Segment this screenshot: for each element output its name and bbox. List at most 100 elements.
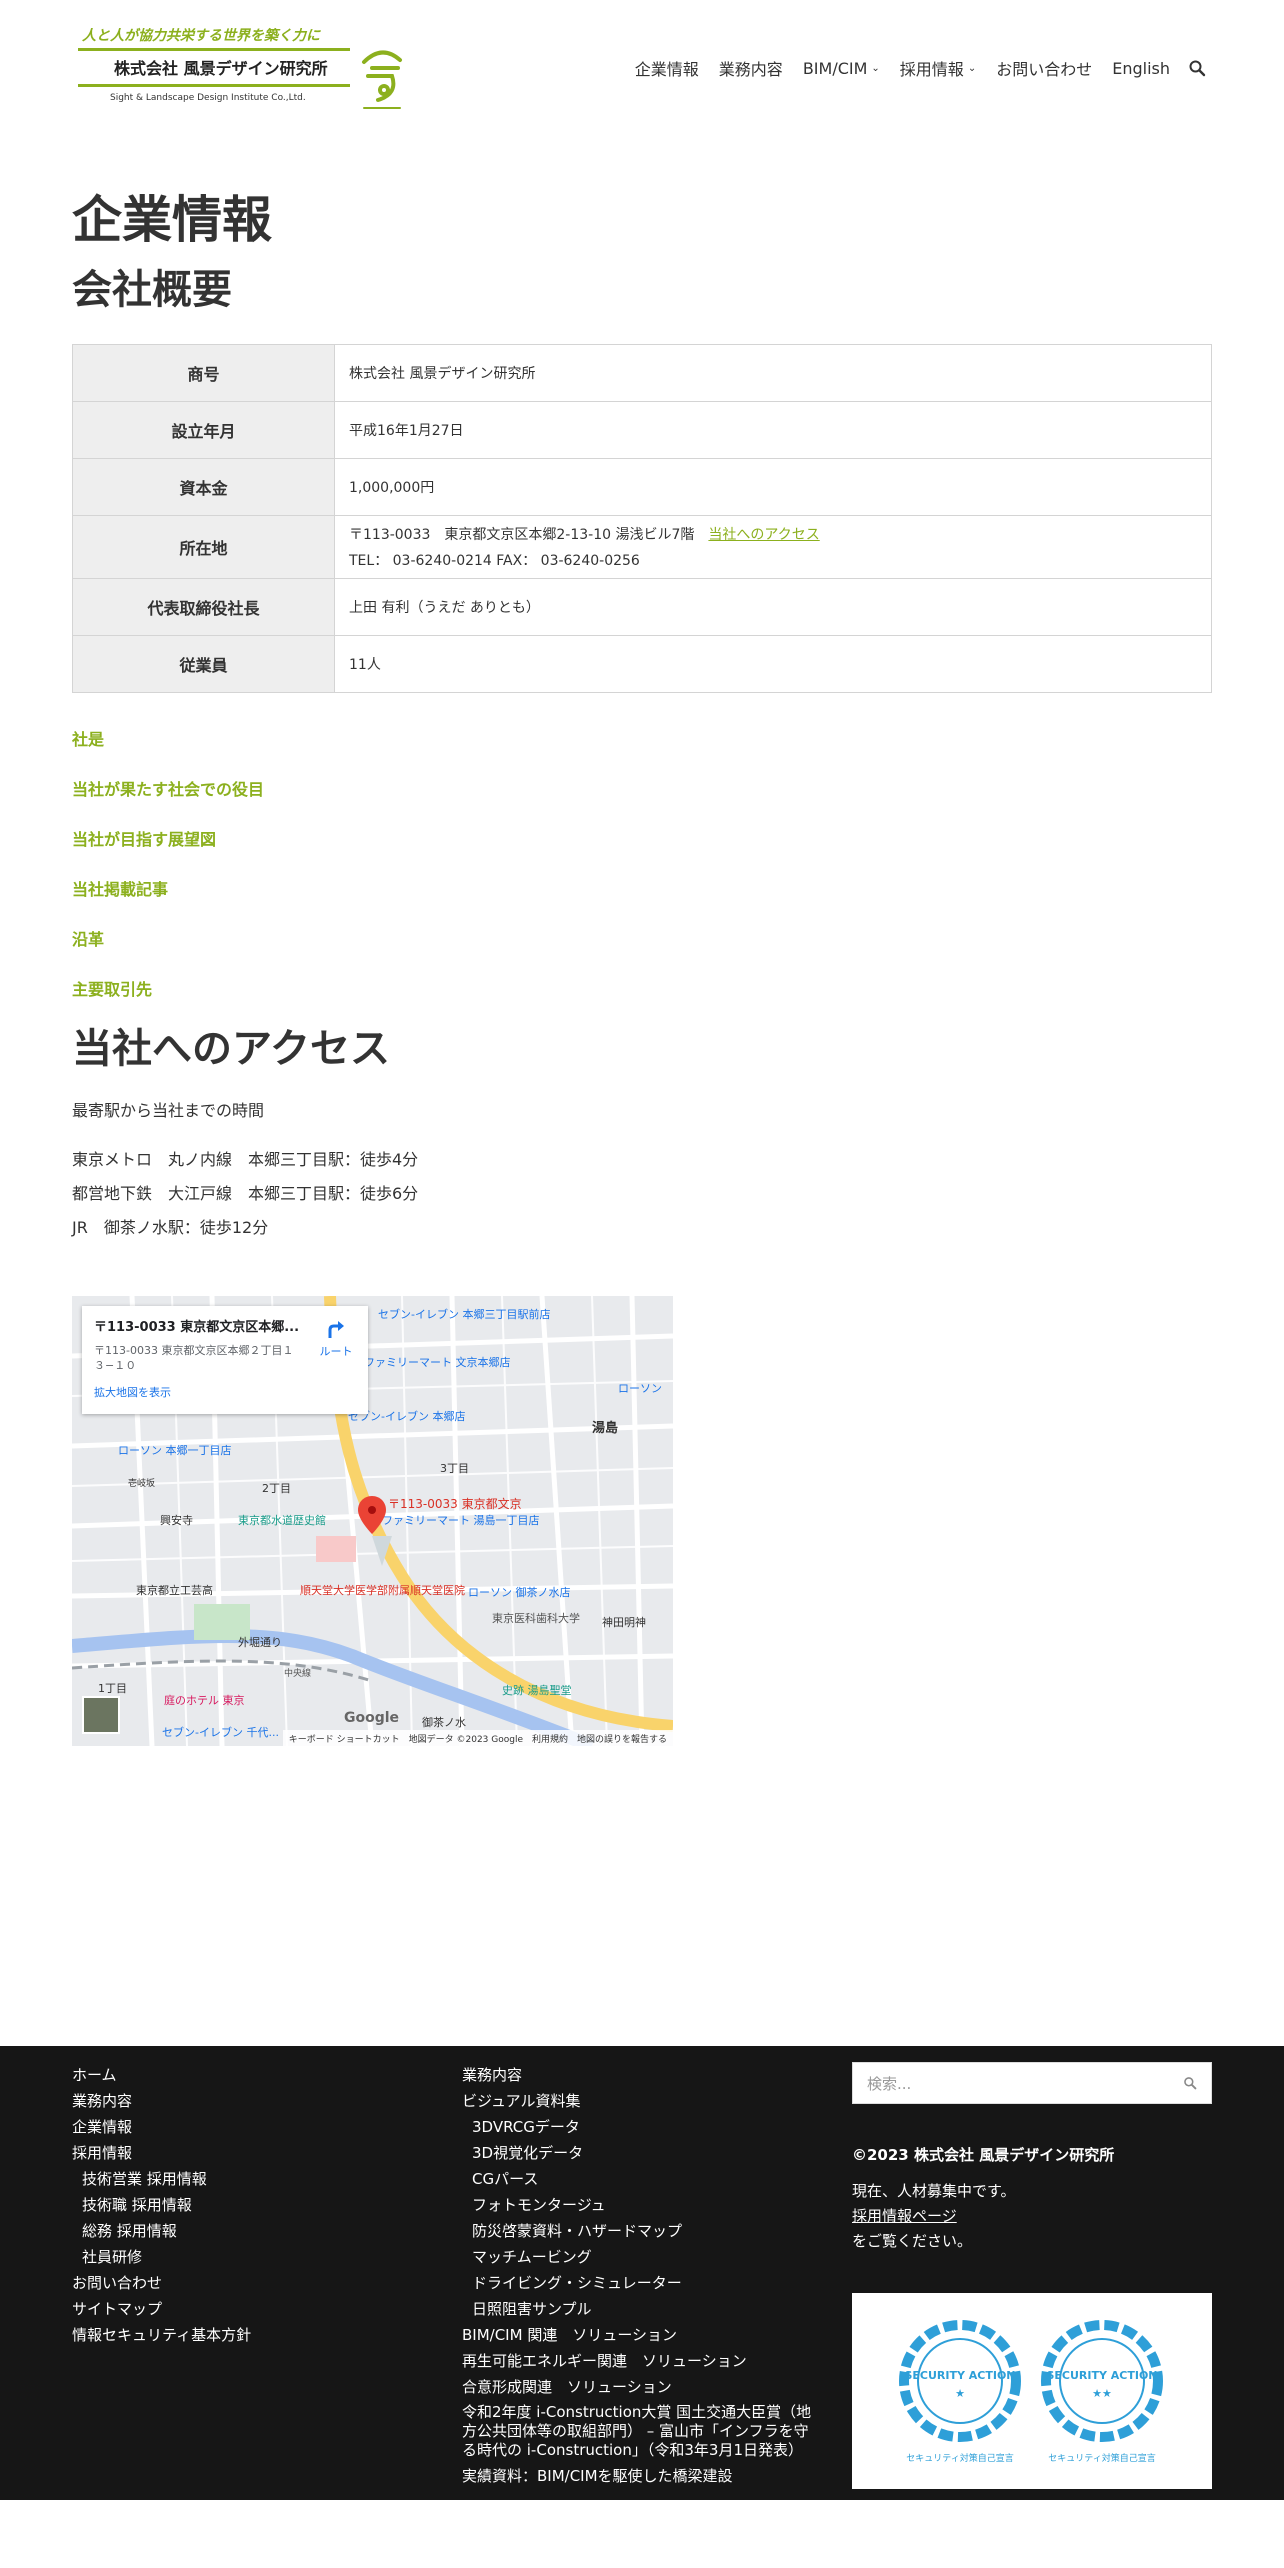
footer-menu-item[interactable]: 業務内容 bbox=[462, 2062, 822, 2088]
footer-menu-item[interactable]: お問い合わせ bbox=[72, 2270, 251, 2296]
nav-label: 採用情報 bbox=[899, 60, 964, 79]
footer-menu-item[interactable]: フォトモンタージュ bbox=[462, 2192, 822, 2218]
row-value: 上田 有利（うえだ ありとも） bbox=[334, 578, 1212, 636]
section-title-overview: 会社概要 bbox=[72, 267, 232, 313]
table-row: 資本金 1,000,000円 bbox=[72, 458, 1212, 516]
footer-menu-item[interactable]: 令和2年度 i-Construction大賞 国土交通大臣賞（地方公共団体等の取… bbox=[462, 2400, 822, 2463]
footer-menu-item[interactable]: マッチムービング bbox=[462, 2244, 822, 2270]
footer-menu-item[interactable]: 防災啓蒙資料・ハザードマップ bbox=[462, 2218, 822, 2244]
footer-search[interactable]: 検索... bbox=[852, 2062, 1212, 2104]
map-label: ファミリーマート 湯島一丁目店 bbox=[382, 1513, 540, 1527]
footer-menu-item[interactable]: 技術職 採用情報 bbox=[72, 2192, 251, 2218]
map-label: ローソン bbox=[618, 1382, 662, 1395]
footer-menu-item[interactable]: ホーム bbox=[72, 2062, 251, 2088]
link-vision[interactable]: 当社が目指す展望図 bbox=[72, 815, 1212, 865]
access-link[interactable]: 当社へのアクセス bbox=[708, 527, 819, 543]
logo-tagline: 人と人が協力共栄する世界を築く力に bbox=[82, 27, 321, 44]
link-clients[interactable]: 主要取引先 bbox=[72, 965, 1212, 1015]
map-label: 東京都水道歴史館 bbox=[238, 1513, 326, 1527]
recruit-page-link[interactable]: 採用情報ページ bbox=[852, 2203, 1212, 2229]
nav-item-company[interactable]: 企業情報 bbox=[635, 56, 699, 80]
link-role[interactable]: 当社が果たす社会での役目 bbox=[72, 765, 1212, 815]
recruit-msg-post: をご覧ください。 bbox=[852, 2232, 973, 2250]
map-label: 湯島 bbox=[592, 1420, 618, 1436]
nav-label: 企業情報 bbox=[634, 60, 699, 79]
badge-stars: ★★ bbox=[1092, 2387, 1112, 2400]
footer-menu-item[interactable]: 社員研修 bbox=[72, 2244, 251, 2270]
footer-menu-item[interactable]: BIM/CIM 関連 ソリューション bbox=[462, 2322, 822, 2348]
main-nav: 企業情報 業務内容 BIM/CIM ⌄ 採用情報 ⌄ お問い合わせ English bbox=[615, 56, 1206, 80]
nav-item-contact[interactable]: お問い合わせ bbox=[996, 56, 1092, 80]
recruit-msg-pre: 現在、人材募集中です。 bbox=[852, 2182, 1016, 2200]
security-action-badge-1-icon: SECURITY ACTION ★ セキュリティ対策自己宣言 bbox=[899, 2320, 1021, 2464]
link-articles[interactable]: 当社掲載記事 bbox=[72, 865, 1212, 915]
access-line: 都営地下鉄 大江戸線 本郷三丁目駅：徒歩6分 bbox=[72, 1184, 419, 1203]
footer-menu-item[interactable]: 3D視覚化データ bbox=[462, 2140, 822, 2166]
google-logo: Google bbox=[344, 1710, 400, 1726]
logo-bar-top bbox=[78, 48, 350, 51]
map-label: 御茶ノ水 bbox=[422, 1715, 466, 1729]
access-line: JR 御茶ノ水駅：徒歩12分 bbox=[72, 1218, 269, 1237]
nav-item-recruit[interactable]: 採用情報 ⌄ bbox=[900, 56, 976, 80]
footer-menu-item[interactable]: 実績資料：BIM/CIMを駆使した橋梁建設 bbox=[462, 2463, 822, 2489]
footer-menu-item[interactable]: 日照阻害サンプル bbox=[462, 2296, 822, 2322]
route-button[interactable]: ルート bbox=[314, 1318, 358, 1359]
nav-item-services[interactable]: 業務内容 bbox=[719, 56, 783, 80]
access-list: 東京メトロ 丸ノ内線 本郷三丁目駅：徒歩4分 都営地下鉄 大江戸線 本郷三丁目駅… bbox=[72, 1143, 1212, 1245]
main-content: 企業情報 会社概要 商号 株式会社 風景デザイン研究所 設立年月 平成16年1月… bbox=[72, 190, 1212, 1245]
footer-menu-item[interactable]: 情報セキュリティ基本方針 bbox=[72, 2322, 251, 2348]
address-text: 〒113-0033 東京都文京区本郷2-13-10 湯浅ビル7階 bbox=[349, 527, 695, 543]
row-label: 商号 bbox=[72, 344, 335, 402]
chevron-down-icon: ⌄ bbox=[871, 62, 880, 74]
row-label: 従業員 bbox=[72, 635, 335, 693]
nav-label: BIM/CIM bbox=[802, 58, 868, 78]
satellite-toggle[interactable] bbox=[82, 1696, 120, 1734]
row-value: 株式会社 風景デザイン研究所 bbox=[334, 344, 1212, 402]
map-label: ローソン 本郷一丁目店 bbox=[118, 1443, 232, 1457]
map-attribution[interactable]: キーボード ショートカット 地図データ ©2023 Google 利用規約 地図… bbox=[282, 1730, 673, 1746]
map-label: ファミリーマート 文京本郷店 bbox=[364, 1355, 511, 1369]
badge-title: SECURITY ACTION bbox=[904, 2369, 1015, 2382]
footer-menu-item[interactable]: 合意形成関連 ソリューション bbox=[462, 2374, 822, 2400]
footer-menu-item[interactable]: 3DVRCGデータ bbox=[462, 2114, 822, 2140]
footer-menu-item[interactable]: 再生可能エネルギー関連 ソリューション bbox=[462, 2348, 822, 2374]
search-icon[interactable] bbox=[1188, 59, 1206, 77]
footer-menu-item[interactable]: 採用情報 bbox=[72, 2140, 251, 2166]
footer-menu-item[interactable]: CGパース bbox=[462, 2166, 822, 2192]
footer-widgets: 検索... ©2023 株式会社 風景デザイン研究所 現在、人材募集中です。 採用… bbox=[852, 2062, 1212, 2489]
footer-menu-item[interactable]: 業務内容 bbox=[72, 2088, 251, 2114]
nav-item-bimcim[interactable]: BIM/CIM ⌄ bbox=[803, 59, 880, 78]
footer-menu-item[interactable]: サイトマップ bbox=[72, 2296, 251, 2322]
map-label: 史跡 湯島聖堂 bbox=[502, 1683, 572, 1697]
footer-menu-1: ホーム 業務内容 企業情報 採用情報 技術営業 採用情報 技術職 採用情報 総務 採用情報社… bbox=[72, 2062, 251, 2348]
table-row: 商号 株式会社 風景デザイン研究所 bbox=[72, 344, 1212, 402]
nav-label: English bbox=[1112, 58, 1170, 78]
larger-map-link[interactable]: 拡大地図を表示 bbox=[94, 1384, 356, 1400]
link-motto[interactable]: 社是 bbox=[72, 715, 1212, 765]
nav-item-english[interactable]: English bbox=[1112, 59, 1170, 78]
embedded-map[interactable]: セブン-イレブン 本郷三丁目駅前店 ファミリーマート 文京本郷店 ローソン セブ… bbox=[72, 1296, 673, 1746]
search-input[interactable]: 検索... bbox=[867, 2073, 1183, 2094]
link-history[interactable]: 沿革 bbox=[72, 915, 1212, 965]
phone-fax-text: TEL： 03-6240-0214 FAX： 03-6240-0256 bbox=[349, 553, 640, 569]
search-icon[interactable] bbox=[1183, 2076, 1197, 2090]
footer-menu-item[interactable]: 総務 採用情報 bbox=[72, 2218, 251, 2244]
footer-menu-item[interactable]: 企業情報 bbox=[72, 2114, 251, 2140]
map-pin-icon[interactable] bbox=[358, 1496, 386, 1534]
access-intro: 最寄駅から当社までの時間 bbox=[72, 1101, 265, 1120]
map-label: セブン-イレブン 千代... bbox=[162, 1725, 279, 1739]
map-label: 1丁目 bbox=[98, 1682, 127, 1695]
site-footer: ホーム 業務内容 企業情報 採用情報 技術営業 採用情報 技術職 採用情報 総務 採用情報社… bbox=[0, 2046, 1284, 2500]
footer-menu-item[interactable]: ドライビング・シミュレーター bbox=[462, 2270, 822, 2296]
badge-stars: ★ bbox=[955, 2387, 965, 2400]
map-label: ローソン 御茶ノ水店 bbox=[468, 1585, 571, 1599]
security-action-badges: SECURITY ACTION ★ セキュリティ対策自己宣言 SECURITY … bbox=[852, 2293, 1212, 2489]
map-label: 神田明神 bbox=[602, 1615, 646, 1629]
logo-company: 株式会社 風景デザイン研究所 bbox=[114, 59, 328, 78]
table-row: 所在地 〒113-0033 東京都文京区本郷2-13-10 湯浅ビル7階 当社への… bbox=[72, 515, 1212, 579]
map-label: 庭のホテル 東京 bbox=[164, 1693, 245, 1707]
logo-bar-bottom bbox=[78, 84, 350, 87]
footer-menu-item[interactable]: ビジュアル資料集 bbox=[462, 2088, 822, 2114]
footer-menu-item[interactable]: 技術営業 採用情報 bbox=[72, 2166, 251, 2192]
site-logo[interactable]: 人と人が協力共栄する世界を築く力に 株式会社 風景デザイン研究所 Sight &… bbox=[72, 22, 412, 118]
